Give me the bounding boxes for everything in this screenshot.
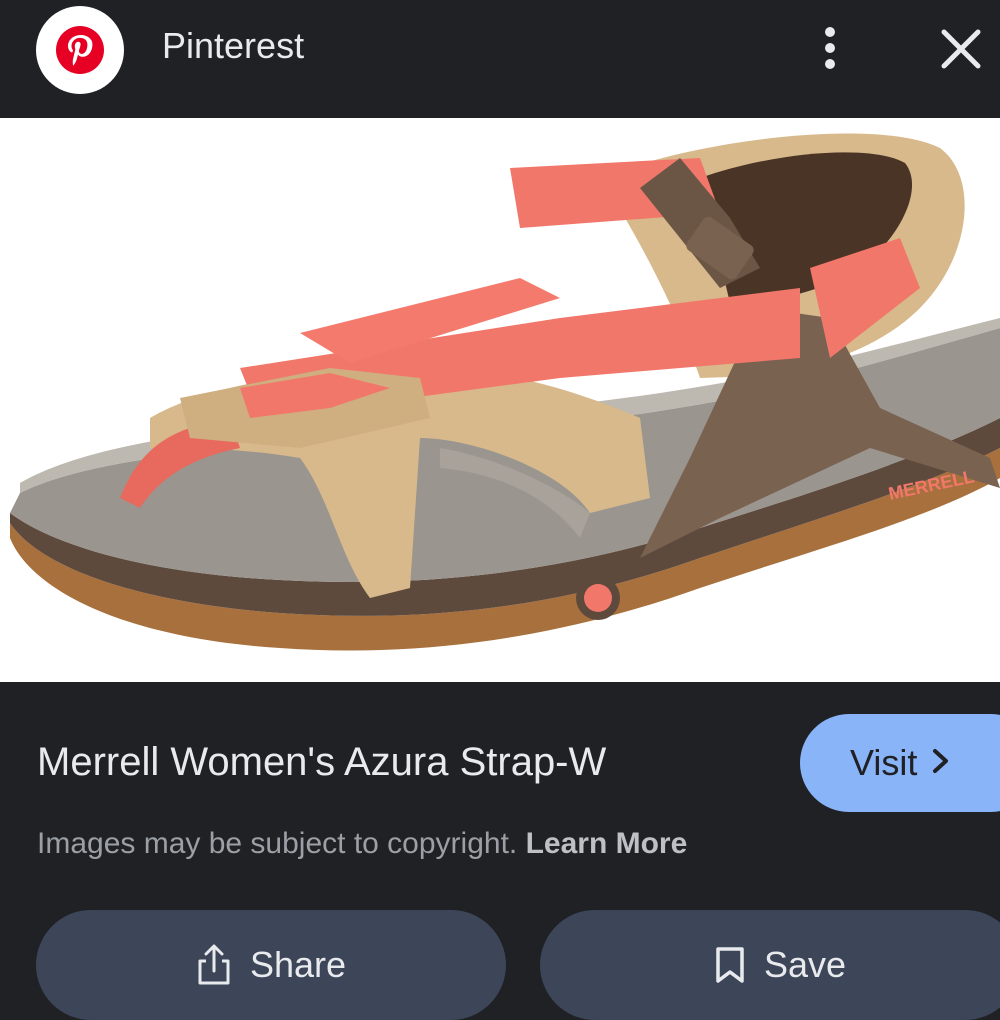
more-vert-icon[interactable]: [812, 22, 848, 74]
learn-more-link[interactable]: Learn More: [526, 827, 688, 860]
top-bar: Pinterest: [0, 0, 1000, 118]
save-button[interactable]: Save: [540, 910, 1000, 1020]
share-label: Share: [249, 944, 347, 985]
result-title[interactable]: Merrell Women's Azura Strap-W: [37, 736, 606, 788]
pinterest-logo-icon[interactable]: [36, 6, 124, 94]
save-label: Save: [763, 944, 847, 985]
share-button[interactable]: Share: [36, 910, 506, 1020]
chevron-right-icon: [931, 742, 951, 784]
product-image[interactable]: MERRELL: [0, 118, 1000, 682]
copyright-notice: Images may be subject to copyright. Lear…: [37, 824, 687, 864]
pinterest-logo-glyph: [56, 26, 104, 74]
close-icon[interactable]: [934, 22, 988, 76]
bookmark-icon: [716, 947, 744, 983]
copyright-text: Images may be subject to copyright.: [37, 827, 518, 860]
visit-label: Visit: [850, 742, 918, 783]
sandal-illustration: MERRELL: [10, 133, 1000, 651]
visit-button[interactable]: Visit: [800, 714, 1000, 812]
site-name: Pinterest: [162, 25, 305, 66]
share-icon: [198, 944, 230, 985]
